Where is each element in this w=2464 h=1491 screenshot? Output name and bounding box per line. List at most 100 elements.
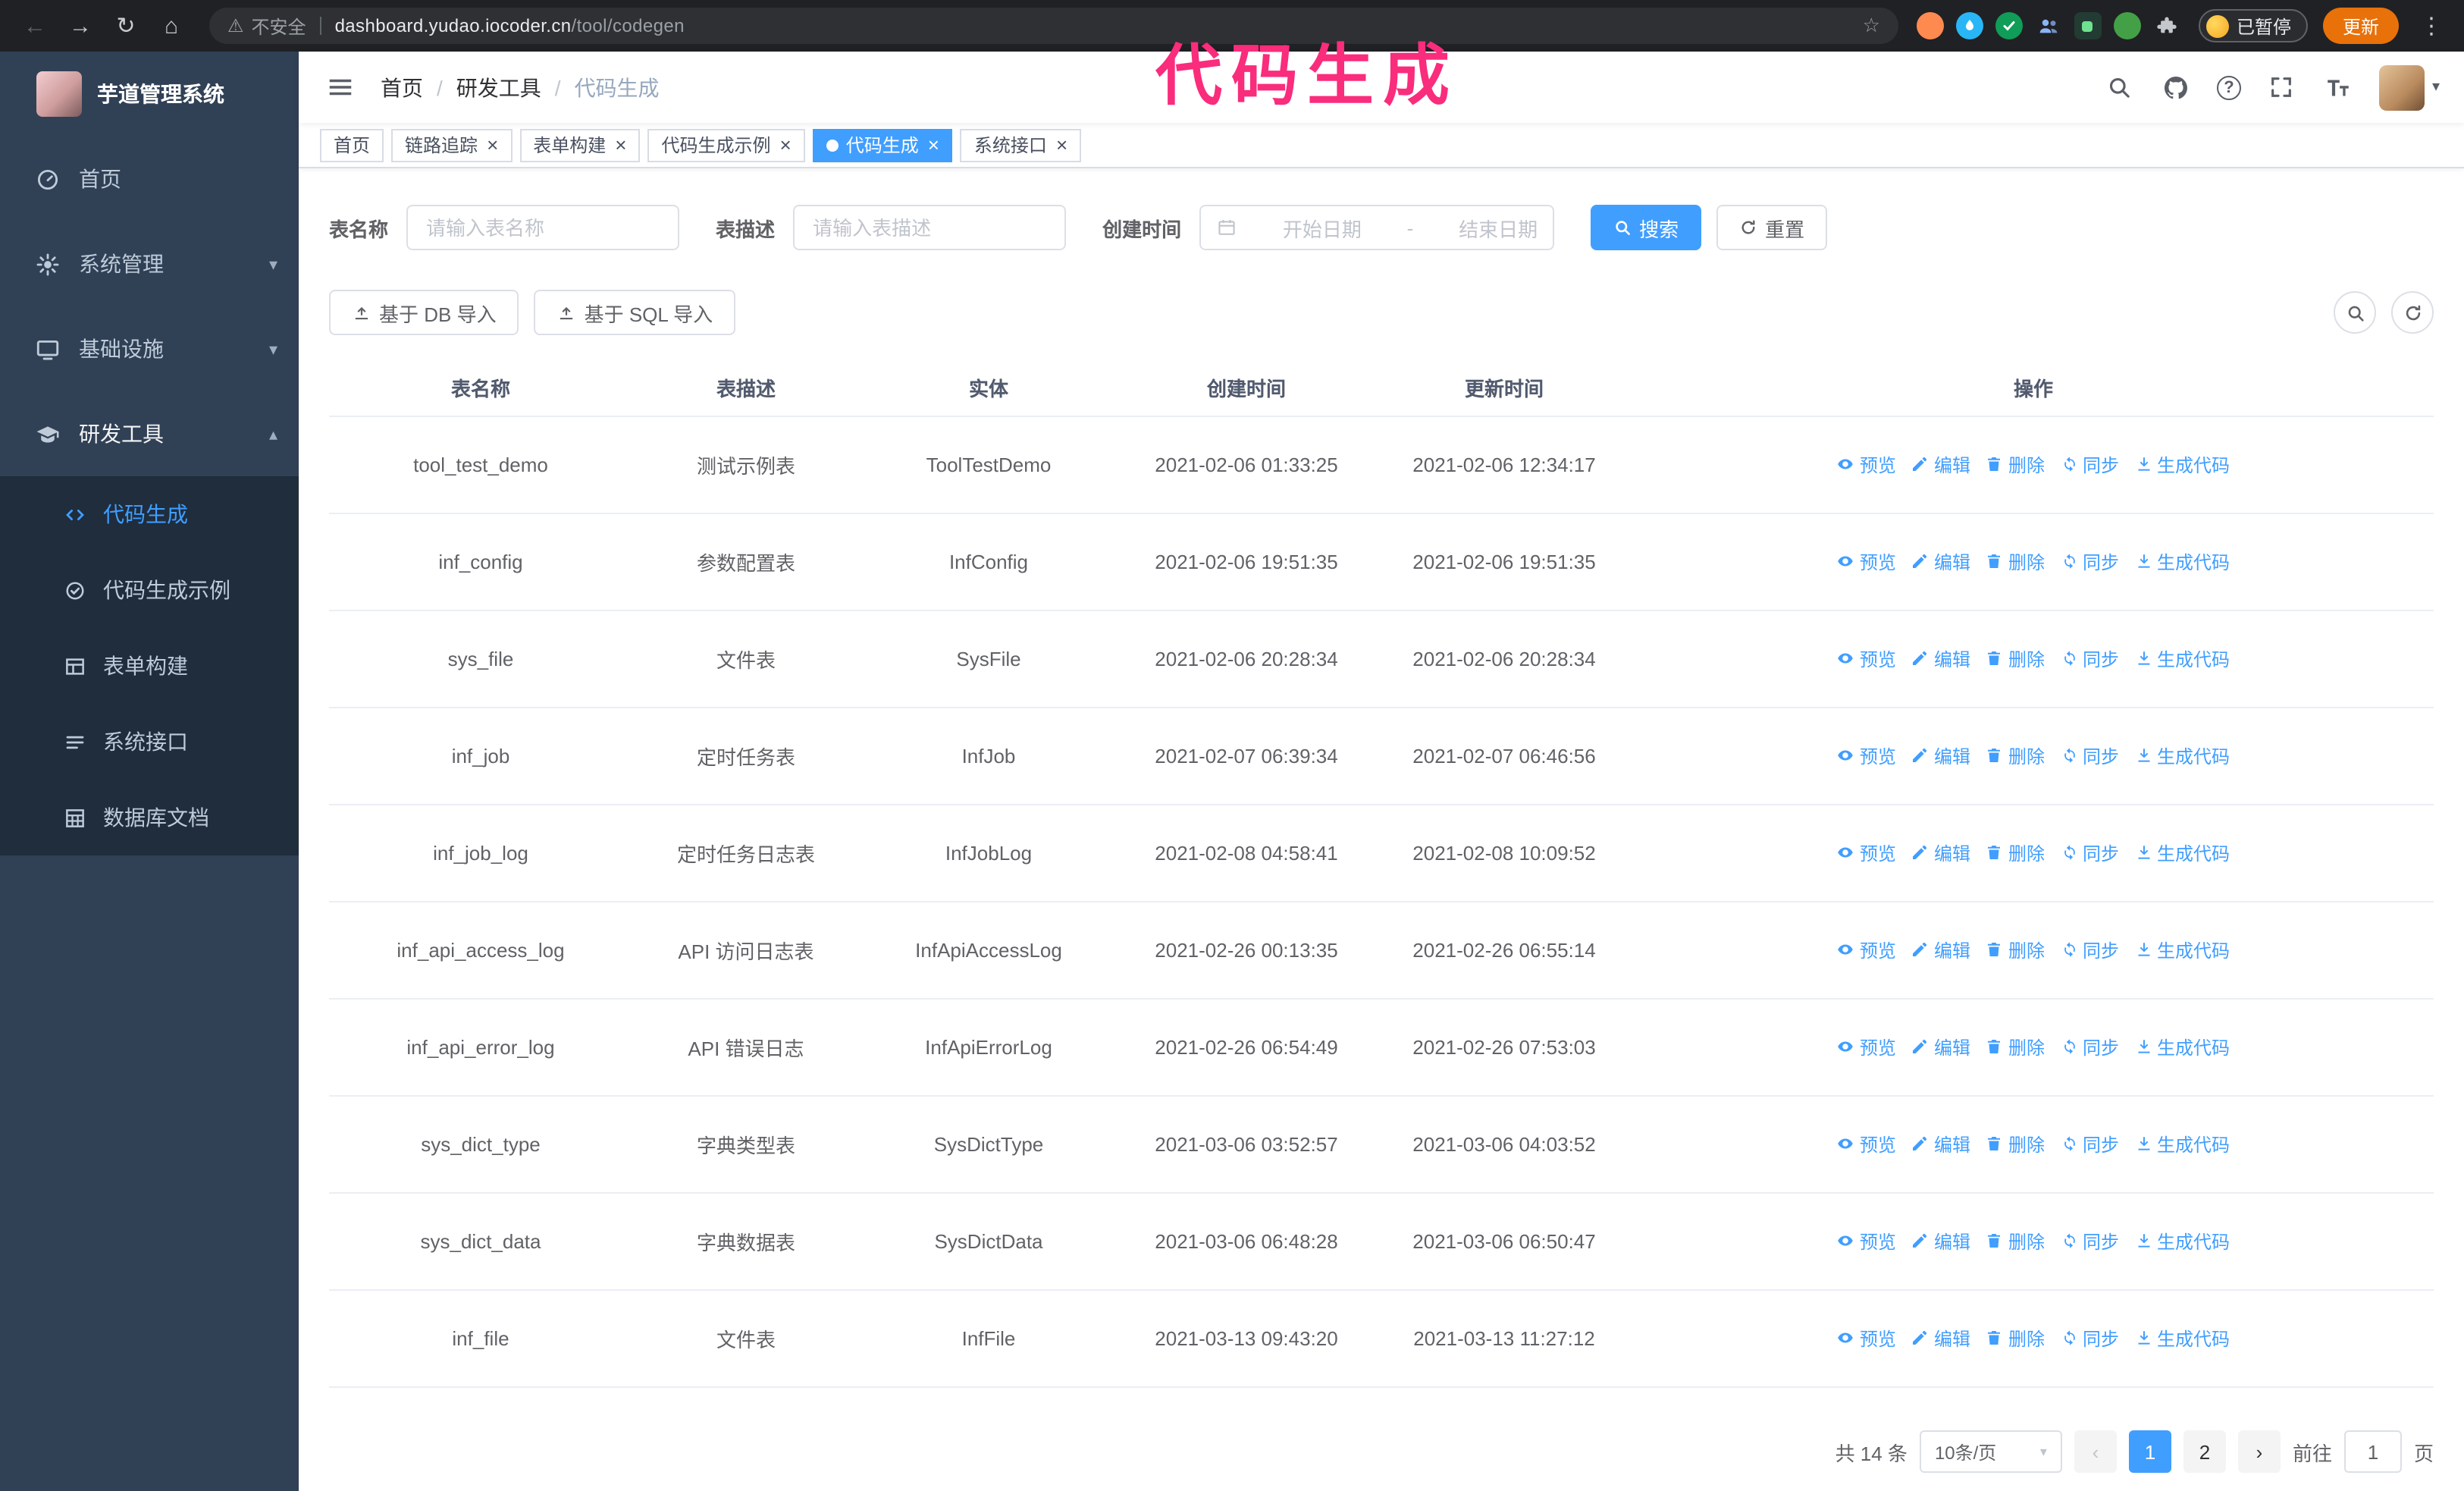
action-preview-button[interactable]: 预览 <box>1837 1326 1896 1351</box>
tab-close-icon[interactable]: × <box>928 135 939 155</box>
verified-icon[interactable] <box>1995 12 2023 39</box>
people-icon[interactable] <box>2035 12 2062 39</box>
tab-表单构建[interactable]: 表单构建 × <box>519 128 641 162</box>
action-delete-button[interactable]: 删除 <box>1986 452 2045 478</box>
goto-page-input[interactable] <box>2343 1430 2402 1473</box>
action-preview-button[interactable]: 预览 <box>1837 840 1896 866</box>
github-icon[interactable] <box>2161 72 2191 102</box>
action-delete-button[interactable]: 删除 <box>1986 840 2045 866</box>
search-icon[interactable] <box>2105 72 2135 102</box>
action-delete-button[interactable]: 删除 <box>1986 1229 2045 1254</box>
tab-close-icon[interactable]: × <box>780 135 792 155</box>
action-generate-code-button[interactable]: 生成代码 <box>2134 452 2230 478</box>
action-delete-button[interactable]: 删除 <box>1986 646 2045 672</box>
action-sync-button[interactable]: 同步 <box>2060 840 2119 866</box>
sidebar-item-system-api[interactable]: 系统接口 <box>0 704 299 780</box>
action-generate-code-button[interactable]: 生成代码 <box>2134 549 2230 575</box>
power-icon[interactable] <box>2074 12 2102 39</box>
tab-close-icon[interactable]: × <box>1056 135 1067 155</box>
help-icon[interactable]: ? <box>2216 75 2241 99</box>
tab-close-icon[interactable]: × <box>487 135 498 155</box>
action-sync-button[interactable]: 同步 <box>2060 1326 2119 1351</box>
page-button-1[interactable]: 1 <box>2128 1430 2171 1473</box>
hamburger-icon[interactable] <box>323 71 356 104</box>
action-edit-button[interactable]: 编辑 <box>1911 452 1970 478</box>
action-preview-button[interactable]: 预览 <box>1837 937 1896 963</box>
action-edit-button[interactable]: 编辑 <box>1911 1034 1970 1060</box>
action-edit-button[interactable]: 编辑 <box>1911 1326 1970 1351</box>
action-edit-button[interactable]: 编辑 <box>1911 840 1970 866</box>
sidebar-item-infra[interactable]: 基础设施 ▾ <box>0 306 299 391</box>
action-edit-button[interactable]: 编辑 <box>1911 1229 1970 1254</box>
sidebar-item-codegen[interactable]: 代码生成 <box>0 476 299 552</box>
page-button-2[interactable]: 2 <box>2183 1430 2226 1473</box>
action-sync-button[interactable]: 同步 <box>2060 1229 2119 1254</box>
action-edit-button[interactable]: 编辑 <box>1911 549 1970 575</box>
security-label[interactable]: 不安全 <box>252 13 306 39</box>
action-generate-code-button[interactable]: 生成代码 <box>2134 1229 2230 1254</box>
fox-icon[interactable] <box>1916 12 1944 39</box>
import-sql-button[interactable]: 基于 SQL 导入 <box>534 290 736 335</box>
prev-page-button[interactable]: ‹ <box>2074 1430 2117 1473</box>
avatar[interactable] <box>2378 64 2425 110</box>
action-delete-button[interactable]: 删除 <box>1986 1034 2045 1060</box>
tab-系统接口[interactable]: 系统接口 × <box>960 128 1082 162</box>
tab-close-icon[interactable]: × <box>615 135 626 155</box>
tab-链路追踪[interactable]: 链路追踪 × <box>391 128 513 162</box>
sidebar-item-system[interactable]: 系统管理 ▾ <box>0 221 299 306</box>
paused-badge[interactable]: 已暂停 <box>2198 9 2308 42</box>
user-menu[interactable]: ▾ <box>2378 64 2440 110</box>
action-preview-button[interactable]: 预览 <box>1837 1229 1896 1254</box>
tab-代码生成示例[interactable]: 代码生成示例 × <box>647 128 805 162</box>
action-delete-button[interactable]: 删除 <box>1986 1132 2045 1157</box>
action-preview-button[interactable]: 预览 <box>1837 646 1896 672</box>
action-sync-button[interactable]: 同步 <box>2060 549 2119 575</box>
action-sync-button[interactable]: 同步 <box>2060 937 2119 963</box>
logo[interactable]: 芋道管理系统 <box>0 52 299 137</box>
toggle-search-button[interactable] <box>2334 291 2376 334</box>
action-preview-button[interactable]: 预览 <box>1837 1034 1896 1060</box>
fullscreen-icon[interactable] <box>2267 72 2297 102</box>
action-delete-button[interactable]: 删除 <box>1986 937 2045 963</box>
action-sync-button[interactable]: 同步 <box>2060 1034 2119 1060</box>
action-edit-button[interactable]: 编辑 <box>1911 1132 1970 1157</box>
date-range-picker[interactable]: 开始日期 - 结束日期 <box>1199 205 1555 250</box>
leaf-icon[interactable] <box>2113 12 2141 39</box>
action-sync-button[interactable]: 同步 <box>2060 646 2119 672</box>
reset-button[interactable]: 重置 <box>1716 205 1828 250</box>
action-sync-button[interactable]: 同步 <box>2060 452 2119 478</box>
action-edit-button[interactable]: 编辑 <box>1911 743 1970 769</box>
action-generate-code-button[interactable]: 生成代码 <box>2134 743 2230 769</box>
tab-代码生成[interactable]: 代码生成 × <box>812 128 953 162</box>
action-generate-code-button[interactable]: 生成代码 <box>2134 646 2230 672</box>
table-desc-input[interactable] <box>793 205 1067 250</box>
breadcrumb-item[interactable]: 研发工具 <box>456 72 541 102</box>
action-delete-button[interactable]: 删除 <box>1986 1326 2045 1351</box>
action-generate-code-button[interactable]: 生成代码 <box>2134 937 2230 963</box>
action-sync-button[interactable]: 同步 <box>2060 743 2119 769</box>
action-generate-code-button[interactable]: 生成代码 <box>2134 840 2230 866</box>
action-edit-button[interactable]: 编辑 <box>1911 937 1970 963</box>
font-size-icon[interactable] <box>2323 72 2353 102</box>
action-preview-button[interactable]: 预览 <box>1837 743 1896 769</box>
tab-首页[interactable]: 首页 <box>320 128 384 162</box>
action-generate-code-button[interactable]: 生成代码 <box>2134 1132 2230 1157</box>
sidebar-item-dev-tools[interactable]: 研发工具 ▴ <box>0 391 299 476</box>
next-page-button[interactable]: › <box>2237 1430 2281 1473</box>
table-name-input[interactable] <box>406 205 680 250</box>
sidebar-item-form-builder[interactable]: 表单构建 <box>0 628 299 704</box>
browser-forward-button[interactable]: → <box>61 6 100 46</box>
browser-reload-button[interactable]: ↻ <box>106 6 146 46</box>
action-generate-code-button[interactable]: 生成代码 <box>2134 1326 2230 1351</box>
browser-back-button[interactable]: ← <box>15 6 55 46</box>
bookmark-star-icon[interactable]: ☆ <box>1863 14 1880 38</box>
import-db-button[interactable]: 基于 DB 导入 <box>329 290 519 335</box>
action-generate-code-button[interactable]: 生成代码 <box>2134 1034 2230 1060</box>
browser-home-button[interactable]: ⌂ <box>152 6 191 46</box>
search-button[interactable]: 搜索 <box>1591 205 1702 250</box>
breadcrumb-item[interactable]: 首页 <box>381 72 423 102</box>
drop-icon[interactable] <box>1955 12 1983 39</box>
action-delete-button[interactable]: 删除 <box>1986 549 2045 575</box>
puzzle-icon[interactable] <box>2153 12 2180 39</box>
address-bar[interactable]: ⚠ 不安全 dashboard.yudao.iocoder.cn/tool/co… <box>209 8 1898 44</box>
